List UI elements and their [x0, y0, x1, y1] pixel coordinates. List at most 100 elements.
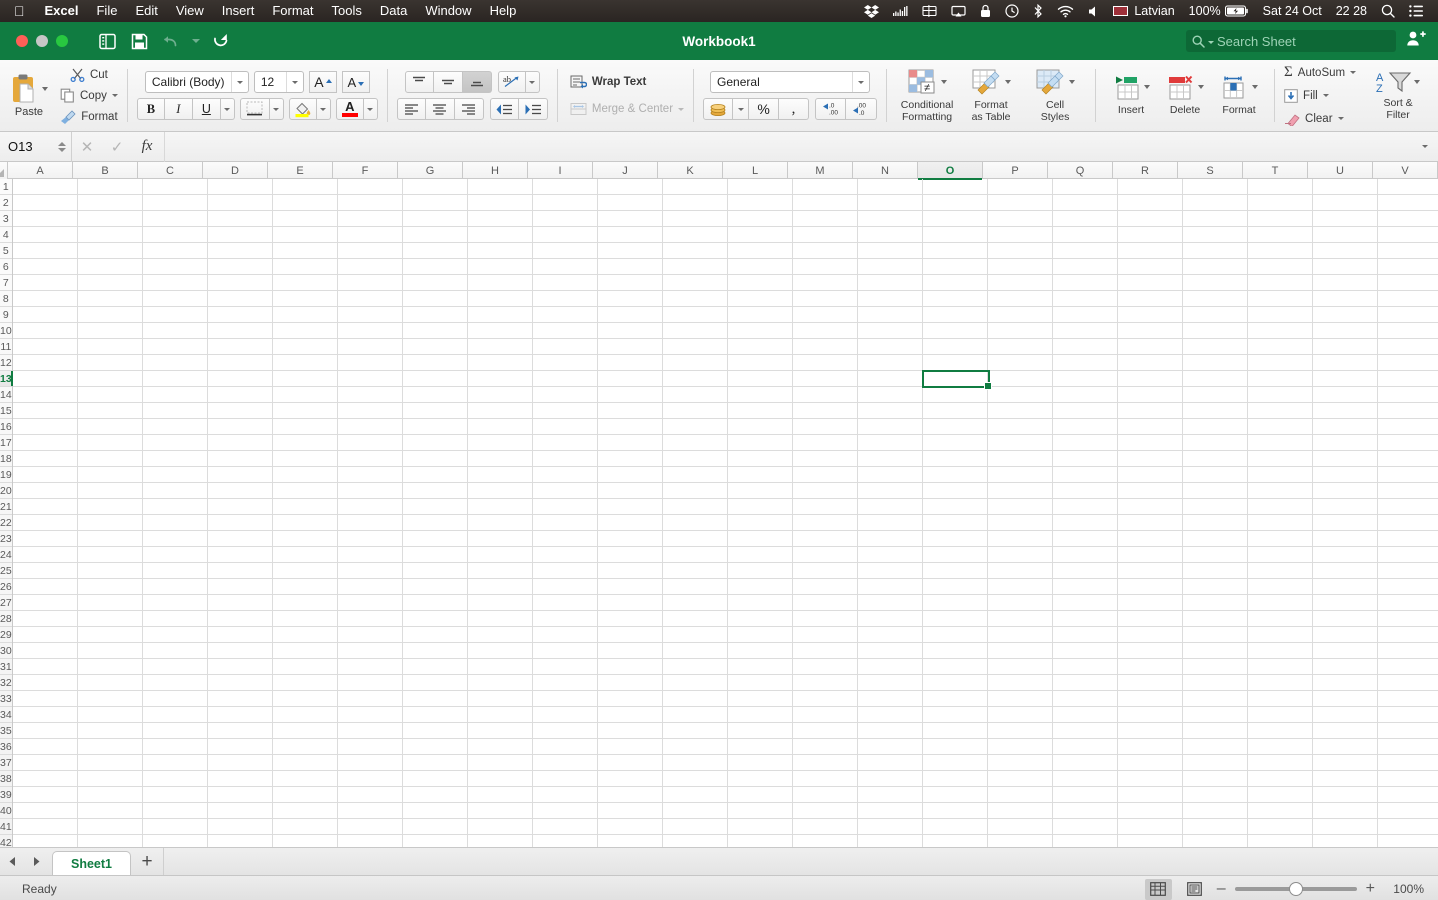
- cell-R8[interactable]: [1118, 291, 1183, 307]
- maximize-button[interactable]: [56, 35, 68, 47]
- cell-P36[interactable]: [988, 739, 1053, 755]
- cell-C3[interactable]: [143, 211, 208, 227]
- cell-I3[interactable]: [533, 211, 598, 227]
- cell-O41[interactable]: [923, 819, 988, 835]
- column-header-F[interactable]: F: [333, 162, 398, 179]
- cell-A21[interactable]: [13, 499, 78, 515]
- cell-D40[interactable]: [208, 803, 273, 819]
- cell-S36[interactable]: [1183, 739, 1248, 755]
- cell-J31[interactable]: [598, 659, 663, 675]
- font-name-select[interactable]: Calibri (Body): [144, 71, 249, 93]
- cell-O14[interactable]: [923, 387, 988, 403]
- cell-M13[interactable]: [793, 371, 858, 387]
- cell-G16[interactable]: [403, 419, 468, 435]
- cell-S4[interactable]: [1183, 227, 1248, 243]
- cell-Q2[interactable]: [1053, 195, 1118, 211]
- cell-B29[interactable]: [78, 627, 143, 643]
- column-header-J[interactable]: J: [593, 162, 658, 179]
- cell-J22[interactable]: [598, 515, 663, 531]
- cell-E18[interactable]: [273, 451, 338, 467]
- cell-L17[interactable]: [728, 435, 793, 451]
- formula-input[interactable]: [164, 131, 1412, 162]
- cell-K19[interactable]: [663, 467, 728, 483]
- cell-M8[interactable]: [793, 291, 858, 307]
- column-header-R[interactable]: R: [1113, 162, 1178, 179]
- cell-S31[interactable]: [1183, 659, 1248, 675]
- cell-U25[interactable]: [1313, 563, 1378, 579]
- cell-V4[interactable]: [1378, 227, 1438, 243]
- cell-H12[interactable]: [468, 355, 533, 371]
- cell-B28[interactable]: [78, 611, 143, 627]
- cell-S40[interactable]: [1183, 803, 1248, 819]
- cell-B13[interactable]: [78, 371, 143, 387]
- cell-P10[interactable]: [988, 323, 1053, 339]
- cell-A13[interactable]: [13, 371, 78, 387]
- cell-H33[interactable]: [468, 691, 533, 707]
- delete-cells-caret[interactable]: [1198, 84, 1205, 89]
- cell-V36[interactable]: [1378, 739, 1438, 755]
- cell-R39[interactable]: [1118, 787, 1183, 803]
- cell-S30[interactable]: [1183, 643, 1248, 659]
- cell-K17[interactable]: [663, 435, 728, 451]
- accounting-format-button[interactable]: [703, 98, 734, 120]
- cell-H37[interactable]: [468, 755, 533, 771]
- cell-O35[interactable]: [923, 723, 988, 739]
- cell-L32[interactable]: [728, 675, 793, 691]
- cell-N41[interactable]: [858, 819, 923, 835]
- cell-U26[interactable]: [1313, 579, 1378, 595]
- cell-Q7[interactable]: [1053, 275, 1118, 291]
- cell-T11[interactable]: [1248, 339, 1313, 355]
- cell-Q36[interactable]: [1053, 739, 1118, 755]
- cell-U42[interactable]: [1313, 835, 1378, 847]
- cell-A28[interactable]: [13, 611, 78, 627]
- cell-V40[interactable]: [1378, 803, 1438, 819]
- cell-T18[interactable]: [1248, 451, 1313, 467]
- cell-B20[interactable]: [78, 483, 143, 499]
- cell-U33[interactable]: [1313, 691, 1378, 707]
- cell-U23[interactable]: [1313, 531, 1378, 547]
- cell-P26[interactable]: [988, 579, 1053, 595]
- cell-J29[interactable]: [598, 627, 663, 643]
- cell-P7[interactable]: [988, 275, 1053, 291]
- cell-B19[interactable]: [78, 467, 143, 483]
- cell-K36[interactable]: [663, 739, 728, 755]
- cell-V10[interactable]: [1378, 323, 1438, 339]
- cell-F27[interactable]: [338, 595, 403, 611]
- cell-L8[interactable]: [728, 291, 793, 307]
- cell-U19[interactable]: [1313, 467, 1378, 483]
- cell-D26[interactable]: [208, 579, 273, 595]
- cell-C36[interactable]: [143, 739, 208, 755]
- cell-P29[interactable]: [988, 627, 1053, 643]
- minimize-button[interactable]: [36, 35, 48, 47]
- cell-S19[interactable]: [1183, 467, 1248, 483]
- cell-O12[interactable]: [923, 355, 988, 371]
- cell-U4[interactable]: [1313, 227, 1378, 243]
- column-header-G[interactable]: G: [398, 162, 463, 179]
- cell-P28[interactable]: [988, 611, 1053, 627]
- cell-L7[interactable]: [728, 275, 793, 291]
- cell-F8[interactable]: [338, 291, 403, 307]
- confirm-icon[interactable]: ✓: [102, 132, 132, 162]
- cell-M4[interactable]: [793, 227, 858, 243]
- row-header-5[interactable]: 5: [0, 243, 12, 259]
- cell-K30[interactable]: [663, 643, 728, 659]
- cell-E36[interactable]: [273, 739, 338, 755]
- row-header-36[interactable]: 36: [0, 739, 12, 755]
- merge-center-dropdown-caret[interactable]: [678, 107, 685, 111]
- cell-P18[interactable]: [988, 451, 1053, 467]
- cell-D14[interactable]: [208, 387, 273, 403]
- row-header-29[interactable]: 29: [0, 627, 12, 643]
- cell-K8[interactable]: [663, 291, 728, 307]
- cell-P25[interactable]: [988, 563, 1053, 579]
- cell-V15[interactable]: [1378, 403, 1438, 419]
- next-sheet-icon[interactable]: [24, 848, 48, 875]
- cell-D39[interactable]: [208, 787, 273, 803]
- cell-D38[interactable]: [208, 771, 273, 787]
- cell-U22[interactable]: [1313, 515, 1378, 531]
- cell-J19[interactable]: [598, 467, 663, 483]
- cell-S18[interactable]: [1183, 451, 1248, 467]
- cell-T12[interactable]: [1248, 355, 1313, 371]
- cell-F25[interactable]: [338, 563, 403, 579]
- cell-N18[interactable]: [858, 451, 923, 467]
- cell-C19[interactable]: [143, 467, 208, 483]
